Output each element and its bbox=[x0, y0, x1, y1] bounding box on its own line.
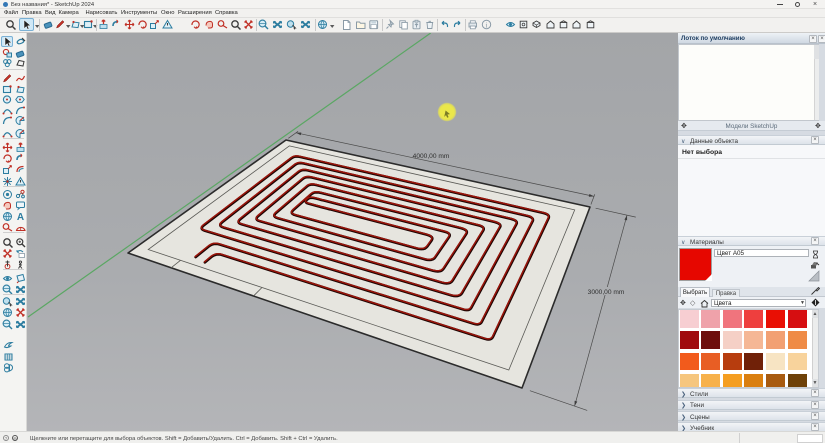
svg-text:A: A bbox=[17, 212, 24, 222]
svg-text:i: i bbox=[485, 20, 487, 29]
svg-text:3000,00 mm: 3000,00 mm bbox=[588, 289, 625, 296]
svg-text:4000,00 mm: 4000,00 mm bbox=[413, 153, 450, 160]
